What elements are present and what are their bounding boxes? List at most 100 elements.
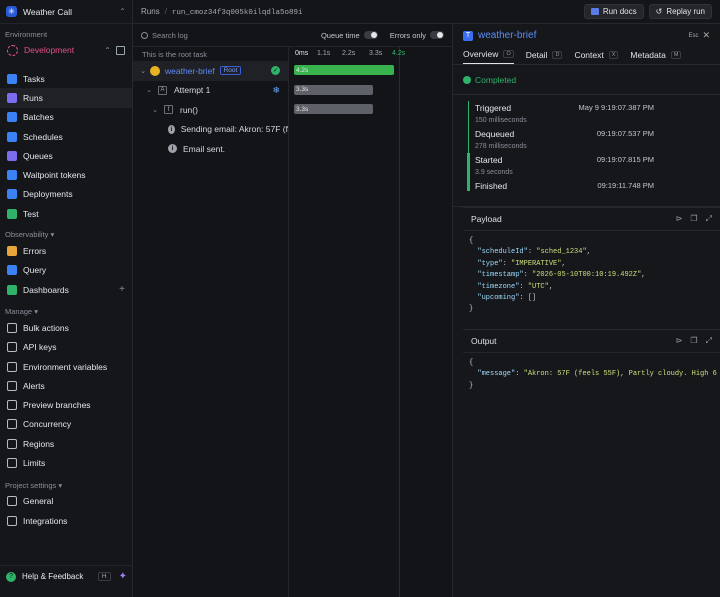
- sidebar-item-api-keys[interactable]: API keys: [0, 338, 132, 357]
- add-dashboard-icon[interactable]: +: [119, 284, 125, 295]
- duration-bar: 3.3s: [294, 84, 373, 95]
- help-feedback-button[interactable]: ? Help & Feedback H ✦: [0, 565, 133, 587]
- run-docs-button[interactable]: Run docs: [583, 4, 644, 19]
- sidebar-item-errors[interactable]: Errors: [0, 241, 132, 260]
- sidebar-item-label: Alerts: [23, 380, 45, 391]
- event-duration: 150 milliseconds: [475, 117, 527, 124]
- output-title: Output: [471, 335, 497, 346]
- duration-bar: 3.3s: [294, 104, 373, 114]
- timeline-bar-row[interactable]: 4.2s: [289, 61, 452, 81]
- sidebar-item-waitpoint-tokens[interactable]: Waitpoint tokens: [0, 165, 132, 184]
- trace-row-log[interactable]: i Email sent.: [133, 139, 288, 159]
- errors-only-toggle[interactable]: Errors only: [390, 31, 444, 40]
- close-icon[interactable]: ✕: [702, 30, 710, 41]
- chevron-down-icon[interactable]: ⌄: [144, 86, 154, 94]
- observability-title[interactable]: Observability ▾: [0, 228, 132, 241]
- search-log-placeholder: Search log: [152, 30, 188, 40]
- event-time: 09:19:07.537 PM: [596, 129, 654, 138]
- tab-metadata[interactable]: Metadata M: [630, 50, 682, 64]
- sidebar-item-dashboards[interactable]: Dashboards +: [0, 280, 132, 299]
- task-name[interactable]: weather-brief: [478, 30, 536, 41]
- trace-row-root[interactable]: ⌄ weather-brief Root ✓: [133, 61, 288, 81]
- sidebar-item-label: Schedules: [23, 131, 63, 142]
- project-switcher[interactable]: ✳ Weather Call ⌃: [0, 0, 132, 24]
- info-icon: i: [168, 144, 177, 154]
- sidebar-item-label: Environment variables: [23, 361, 108, 372]
- payload-section: Payload ⊳ ❐ ⤢ { "scheduleId": "sched_1234"…: [463, 207, 720, 321]
- trace-row-label: Attempt 1: [174, 85, 211, 96]
- event-time: May 9 9:19:07.387 PM: [578, 103, 654, 112]
- test-icon: [7, 208, 17, 219]
- dashboards-icon: [7, 284, 17, 295]
- sidebar-item-tasks[interactable]: Tasks: [0, 69, 132, 88]
- sidebar-item-query[interactable]: Query: [0, 261, 132, 280]
- fullscreen-icon[interactable]: ⤢: [706, 214, 712, 224]
- status-badge: Completed: [453, 65, 720, 95]
- sidebar-item-bulk-actions[interactable]: Bulk actions: [0, 318, 132, 337]
- attempt-icon: A: [158, 85, 167, 95]
- tab-label: Context: [574, 50, 604, 60]
- run-detail-panel: T weather-brief Esc ✕ Overview O Detail D Co…: [452, 24, 720, 597]
- fullscreen-icon[interactable]: ⤢: [706, 336, 712, 346]
- sidebar-item-deployments[interactable]: Deployments: [0, 185, 132, 204]
- trace-row-log[interactable]: i Sending email: Akron: 57F (f: [133, 120, 288, 140]
- code-line: {: [469, 358, 474, 367]
- branch-box-icon[interactable]: [116, 45, 125, 55]
- concurrency-icon: [7, 419, 17, 430]
- replay-icon: ↺: [655, 7, 663, 16]
- tab-overview[interactable]: Overview O: [463, 49, 514, 64]
- sparkle-icon[interactable]: ✦: [119, 571, 127, 582]
- tab-context[interactable]: Context X: [574, 50, 619, 64]
- sidebar-item-environment-variables[interactable]: Environment variables: [0, 357, 132, 376]
- errors-only-switch[interactable]: [430, 31, 444, 39]
- event-label: Started: [475, 154, 503, 165]
- expand-code-icon[interactable]: ⊳: [676, 336, 683, 346]
- success-check-icon: ✓: [271, 66, 280, 76]
- chevron-down-icon[interactable]: ⌄: [138, 67, 148, 75]
- sidebar-item-runs[interactable]: Runs: [0, 88, 132, 108]
- sidebar-item-test[interactable]: Test: [0, 204, 132, 223]
- timeline-bar-row[interactable]: 3.3s: [289, 81, 452, 101]
- help-icon: ?: [6, 571, 16, 582]
- sidebar-item-integrations[interactable]: Integrations: [0, 511, 132, 530]
- expand-code-icon[interactable]: ⊳: [676, 214, 683, 224]
- project-name: Weather Call: [23, 6, 72, 17]
- breadcrumb-runs[interactable]: Runs: [141, 7, 160, 16]
- sidebar-item-batches[interactable]: Batches: [0, 108, 132, 127]
- tab-detail[interactable]: Detail D: [526, 50, 563, 64]
- key-icon: [7, 342, 17, 353]
- queue-time-toggle[interactable]: Queue time: [321, 31, 378, 40]
- limits-icon: [7, 457, 17, 468]
- sidebar-item-label: Limits: [23, 457, 46, 468]
- sidebar-item-label: Query: [23, 265, 47, 276]
- chevron-down-icon[interactable]: ⌄: [150, 106, 160, 114]
- sidebar-item-preview-branches[interactable]: Preview branches: [0, 395, 132, 414]
- replay-run-button[interactable]: ↺ Replay run: [648, 4, 712, 19]
- copy-icon[interactable]: ❐: [690, 336, 697, 346]
- copy-icon[interactable]: ❐: [690, 214, 697, 224]
- output-header: Output ⊳ ❐ ⤢: [463, 330, 720, 353]
- queue-time-switch[interactable]: [363, 31, 378, 39]
- sidebar-item-regions[interactable]: Regions: [0, 434, 132, 453]
- payload-code: { "scheduleId": "sched_1234", "type": "I…: [463, 231, 720, 321]
- code-line: }: [469, 305, 474, 314]
- sidebar-item-label: Waitpoint tokens: [23, 170, 86, 181]
- query-icon: [7, 265, 17, 276]
- sidebar-item-schedules[interactable]: Schedules: [0, 127, 132, 146]
- trace-row-attempt[interactable]: ⌄ A Attempt 1 ❄: [133, 81, 288, 101]
- sidebar-item-label: Runs: [23, 92, 43, 103]
- manage-title[interactable]: Manage ▾: [0, 305, 132, 318]
- tick-label: 0ms: [295, 50, 309, 57]
- sidebar-item-limits[interactable]: Limits: [0, 453, 132, 472]
- sidebar-item-general[interactable]: General: [0, 492, 132, 511]
- root-tag: Root: [219, 66, 242, 76]
- event-time: 09:19:07.815 PM: [596, 155, 654, 164]
- sidebar-item-concurrency[interactable]: Concurrency: [0, 415, 132, 434]
- timeline-bar-row[interactable]: 3.3s: [289, 100, 452, 120]
- project-settings-title[interactable]: Project settings ▾: [0, 479, 132, 492]
- sidebar-item-alerts[interactable]: Alerts: [0, 376, 132, 395]
- sidebar-item-queues[interactable]: Queues: [0, 146, 132, 165]
- search-log-input[interactable]: Search log: [141, 31, 188, 40]
- environment-switcher[interactable]: Development ⌃: [2, 41, 130, 59]
- trace-row-run[interactable]: ⌄ f run(): [133, 100, 288, 120]
